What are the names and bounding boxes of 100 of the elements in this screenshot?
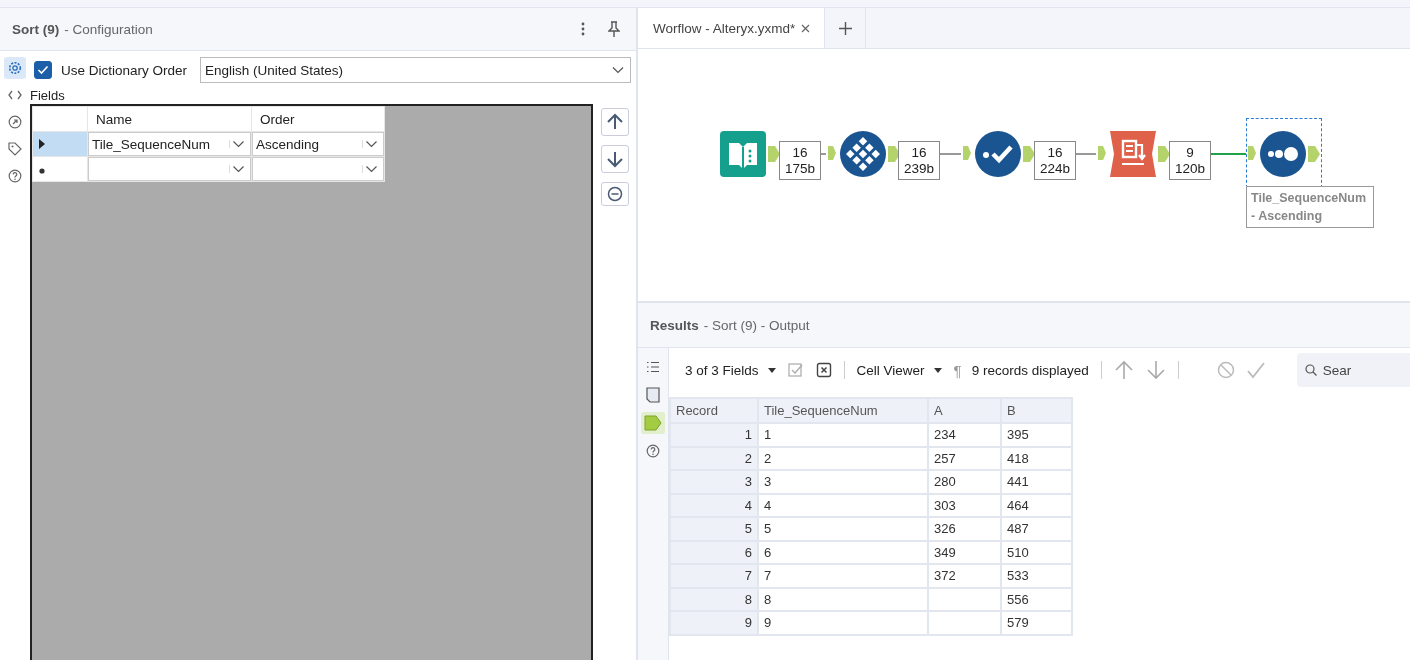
workflow-tab[interactable]: Worflow - Alteryx.yxmd*	[638, 8, 825, 48]
record-count-badge: 16 239b	[898, 141, 940, 180]
table-cell: 3	[670, 470, 758, 494]
table-cell: 4	[758, 493, 928, 517]
caret-icon	[767, 367, 776, 373]
table-cell: 3	[758, 470, 928, 494]
arrow-up-icon	[606, 113, 624, 131]
table-cell: 487	[1001, 517, 1072, 541]
fields-dropdown[interactable]: 3 of 3 Fields	[685, 362, 776, 378]
table-cell: 7	[758, 564, 928, 588]
checkbox-icon[interactable]	[787, 362, 804, 378]
book-icon[interactable]	[720, 131, 766, 177]
table-cell: 8	[670, 587, 758, 611]
checkbox[interactable]	[34, 61, 52, 79]
remove-button[interactable]	[601, 182, 629, 206]
table-cell: 6	[670, 540, 758, 564]
settings-tab[interactable]	[4, 57, 26, 79]
results-title: Results	[650, 317, 699, 333]
table-cell: 280	[928, 470, 1001, 494]
code-icon	[8, 90, 22, 100]
connector-line	[1075, 153, 1097, 155]
input-port	[828, 146, 836, 160]
table-cell: 349	[928, 540, 1001, 564]
table-cell: 1	[670, 423, 758, 447]
input-port	[1098, 146, 1106, 160]
move-up-button[interactable]	[601, 108, 629, 136]
table-cell: 1	[758, 423, 928, 447]
panel-subtitle: - Configuration	[64, 21, 153, 37]
column-header: Record	[670, 398, 758, 423]
move-down-button[interactable]	[601, 145, 629, 173]
input-port	[963, 146, 971, 160]
new-row-icon	[39, 167, 45, 174]
help-icon	[646, 444, 660, 458]
table-cell: 395	[1001, 423, 1072, 447]
check-icon[interactable]	[1246, 361, 1265, 379]
table-cell: 510	[1001, 540, 1072, 564]
table-cell: 5	[670, 517, 758, 541]
column-header: Order	[251, 106, 385, 132]
table-cell: 5	[758, 517, 928, 541]
checkbox-label: Use Dictionary Order	[61, 62, 189, 78]
table-cell: 579	[1001, 611, 1072, 635]
table-cell: 372	[928, 564, 1001, 588]
column-header: A	[928, 398, 1001, 423]
field-dropdown[interactable]: Tile_SequenceNum	[88, 132, 251, 156]
row-header[interactable]	[32, 131, 88, 157]
table-cell: 9	[758, 611, 928, 635]
table-cell: 257	[928, 446, 1001, 470]
table-cell: 8	[758, 587, 928, 611]
table-cell: 326	[928, 517, 1001, 541]
table-cell: 2	[758, 446, 928, 470]
input-port	[1248, 146, 1256, 160]
table-cell: 2	[670, 446, 758, 470]
output-port	[888, 146, 900, 162]
arrow-circle-icon	[8, 115, 22, 129]
order-dropdown[interactable]: Ascending	[252, 132, 384, 156]
connector-line	[939, 153, 962, 155]
column-header: Tile_SequenceNum	[758, 398, 928, 423]
tool-annotation: Tile_SequenceNum - Ascending	[1246, 186, 1374, 228]
output-port	[1308, 146, 1320, 162]
table-cell: 533	[1001, 564, 1072, 588]
chevron-down-icon	[612, 66, 624, 74]
record-count-badge: 16 224b	[1034, 141, 1076, 180]
more-icon[interactable]	[581, 22, 585, 36]
record-count: 9 records displayed	[971, 362, 1089, 378]
chevron-down-icon	[362, 165, 380, 173]
table-cell: 7	[670, 564, 758, 588]
close-icon[interactable]	[801, 23, 811, 33]
connector-line	[1210, 153, 1247, 155]
table-cell: 556	[1001, 587, 1072, 611]
column-header: Name	[87, 106, 252, 132]
field-dropdown[interactable]	[88, 157, 251, 181]
clear-icon[interactable]	[815, 362, 832, 378]
table-cell: 441	[1001, 470, 1072, 494]
column-header: B	[1001, 398, 1072, 423]
tag-icon	[644, 415, 662, 431]
check-circle-icon[interactable]	[975, 131, 1021, 177]
connector-line	[820, 153, 827, 155]
chevron-down-icon	[229, 165, 247, 173]
table-cell: 6	[758, 540, 928, 564]
table-cell: 9	[670, 611, 758, 635]
panel-title: Sort (9)	[12, 21, 60, 37]
settings-icon	[8, 61, 22, 75]
results-subtitle: - Sort (9) - Output	[703, 317, 810, 333]
list-arrow-icon[interactable]	[1110, 131, 1156, 177]
search-field[interactable]: Sear	[1296, 353, 1410, 387]
tag-icon	[8, 142, 22, 156]
help-icon	[8, 169, 22, 183]
table-cell: 234	[928, 423, 1001, 447]
plus-icon	[838, 21, 852, 35]
pin-icon[interactable]	[608, 21, 620, 37]
language-dropdown[interactable]: English (United States)	[200, 57, 631, 83]
dots-circle-icon[interactable]	[1260, 131, 1306, 177]
record-count-badge: 16 175b	[779, 141, 821, 180]
fields-label: Fields	[30, 88, 66, 104]
minus-circle-icon	[607, 186, 623, 202]
diamond-grid-icon[interactable]	[840, 131, 886, 177]
table-cell: 4	[670, 493, 758, 517]
viewer-dropdown[interactable]: Cell Viewer	[856, 362, 942, 378]
caret-icon	[933, 367, 942, 373]
table-cell: 418	[1001, 446, 1072, 470]
